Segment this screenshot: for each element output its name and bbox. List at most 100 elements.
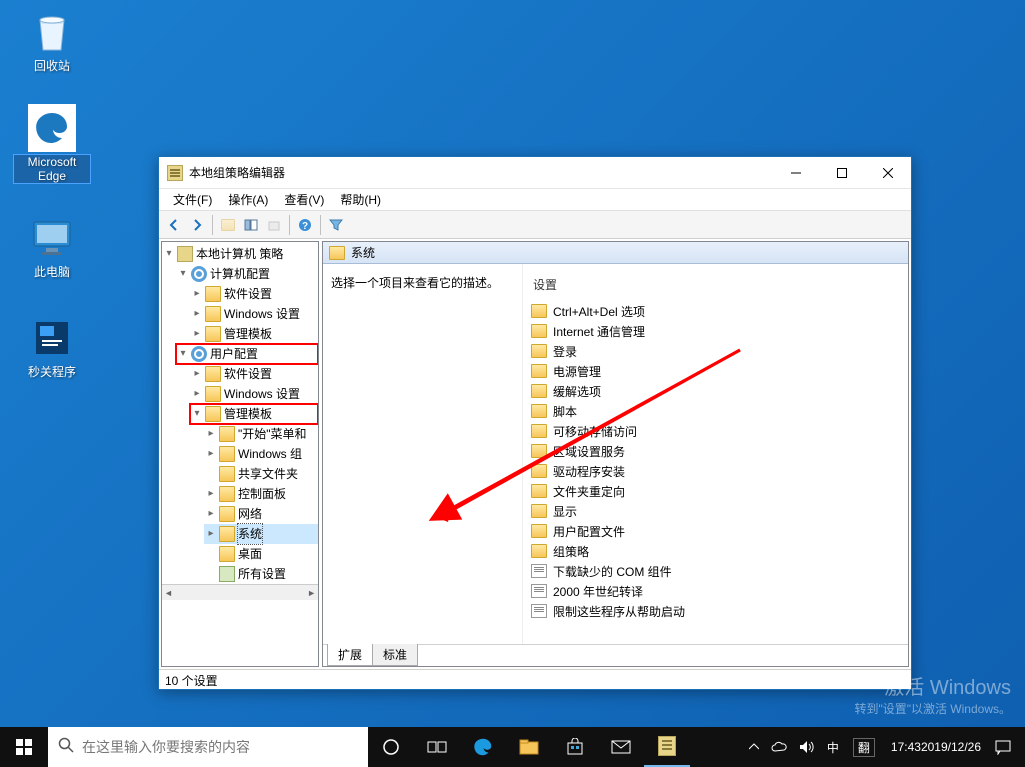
gpedit-window: 本地组策略编辑器 文件(F) 操作(A) 查看(V) 帮助(H) ? ▾ (158, 156, 912, 690)
menu-file[interactable]: 文件(F) (165, 189, 220, 210)
minimize-button[interactable] (773, 157, 819, 188)
expand-icon[interactable]: ▸ (190, 307, 204, 321)
tree-item[interactable]: ▸控制面板 (204, 484, 318, 504)
list-item[interactable]: 用户配置文件 (523, 521, 908, 541)
tray-ime2[interactable]: 翻 (845, 727, 883, 767)
tree-item-system[interactable]: ▸系统 (204, 524, 318, 544)
list-item-label: 脚本 (553, 403, 577, 420)
gear-icon (191, 346, 207, 362)
document-icon (531, 564, 547, 578)
taskbar-gpedit[interactable] (644, 727, 690, 767)
collapse-icon[interactable]: ▾ (162, 247, 176, 261)
menu-help[interactable]: 帮助(H) (332, 189, 389, 210)
titlebar[interactable]: 本地组策略编辑器 (159, 157, 911, 189)
show-hide-tree-button[interactable] (240, 214, 262, 236)
collapse-icon[interactable]: ▾ (190, 407, 204, 421)
expand-icon[interactable]: ▸ (190, 287, 204, 301)
expand-icon[interactable]: ▸ (190, 387, 204, 401)
expand-icon[interactable]: ▸ (204, 427, 218, 441)
menu-action[interactable]: 操作(A) (220, 189, 276, 210)
task-view-button[interactable] (414, 727, 460, 767)
forward-button[interactable] (186, 214, 208, 236)
taskbar-explorer[interactable] (506, 727, 552, 767)
taskbar-store[interactable] (552, 727, 598, 767)
tree-item[interactable]: ▸软件设置 (190, 364, 318, 384)
collapse-icon[interactable]: ▾ (176, 347, 190, 361)
start-button[interactable] (0, 727, 48, 767)
tray-ime[interactable]: 中 (821, 727, 845, 767)
close-button[interactable] (865, 157, 911, 188)
tray-onedrive-icon[interactable] (765, 727, 793, 767)
tab-standard[interactable]: 标准 (372, 644, 418, 666)
list-item[interactable]: Internet 通信管理 (523, 321, 908, 341)
expand-icon[interactable]: ▸ (190, 327, 204, 341)
desktop-icon-this-pc[interactable]: 此电脑 (14, 214, 90, 279)
maximize-button[interactable] (819, 157, 865, 188)
help-button[interactable]: ? (294, 214, 316, 236)
tree-computer-config[interactable]: ▾ 计算机配置 (176, 264, 318, 284)
tree-item[interactable]: ▸共享文件夹 (204, 464, 318, 484)
list-item[interactable]: 可移动存储访问 (523, 421, 908, 441)
tree-item[interactable]: ▸"开始"菜单和 (204, 424, 318, 444)
list-item[interactable]: 组策略 (523, 541, 908, 561)
search-box[interactable]: 在这里输入你要搜索的内容 (48, 727, 368, 767)
folder-icon (219, 466, 235, 482)
tree-item-all-settings[interactable]: ▸所有设置 (204, 564, 318, 584)
monitor-icon (28, 214, 76, 262)
collapse-icon[interactable]: ▾ (176, 267, 190, 281)
list-item[interactable]: Ctrl+Alt+Del 选项 (523, 301, 908, 321)
taskbar-edge[interactable] (460, 727, 506, 767)
tree-item[interactable]: ▸Windows 设置 (190, 304, 318, 324)
tree-item[interactable]: ▸Windows 组 (204, 444, 318, 464)
expand-icon[interactable]: ▸ (204, 527, 218, 541)
desktop-icon-recycle-bin[interactable]: 回收站 (14, 8, 90, 73)
tree-pane[interactable]: ▾ 本地计算机 策略 ▾ 计算机配置 ▸软件设置 ▸Windows 设置 ▸管理… (161, 241, 319, 667)
list-item[interactable]: 电源管理 (523, 361, 908, 381)
list-item-label: 可移动存储访问 (553, 423, 637, 440)
tree-user-config[interactable]: ▾ 用户配置 (176, 344, 318, 364)
expand-icon[interactable]: ▸ (190, 367, 204, 381)
list-item[interactable]: 限制这些程序从帮助启动 (523, 601, 908, 621)
list-item[interactable]: 驱动程序安装 (523, 461, 908, 481)
desktop-icon-edge[interactable]: MicrosoftEdge (14, 104, 90, 183)
folder-icon (219, 546, 235, 562)
list-item[interactable]: 登录 (523, 341, 908, 361)
taskbar-mail[interactable] (598, 727, 644, 767)
tree-root[interactable]: ▾ 本地计算机 策略 (162, 244, 318, 264)
tree-item[interactable]: ▸网络 (204, 504, 318, 524)
cortana-button[interactable] (368, 727, 414, 767)
tree-item[interactable]: ▸Windows 设置 (190, 384, 318, 404)
tab-extended[interactable]: 扩展 (327, 644, 373, 666)
tree-item[interactable]: ▸管理模板 (190, 324, 318, 344)
tray-volume-icon[interactable] (793, 727, 821, 767)
filter-button[interactable] (325, 214, 347, 236)
back-button[interactable] (163, 214, 185, 236)
tray-chevron[interactable] (743, 727, 765, 767)
expand-icon[interactable]: ▸ (204, 507, 218, 521)
list-item[interactable]: 文件夹重定向 (523, 481, 908, 501)
recycle-bin-icon (28, 8, 76, 56)
settings-list[interactable]: 设置 Ctrl+Alt+Del 选项Internet 通信管理登录电源管理缓解选… (523, 264, 908, 644)
system-tray: 中 翻 17:43 2019/12/26 (743, 727, 1025, 767)
folder-icon (531, 404, 547, 418)
menu-view[interactable]: 查看(V) (276, 189, 332, 210)
up-button[interactable] (217, 214, 239, 236)
list-item[interactable]: 2000 年世纪转译 (523, 581, 908, 601)
expand-icon[interactable]: ▸ (204, 487, 218, 501)
desktop-icon-app[interactable]: 秒关程序 (14, 314, 90, 379)
tree-item[interactable]: ▸软件设置 (190, 284, 318, 304)
tray-clock[interactable]: 17:43 2019/12/26 (883, 727, 989, 767)
list-item[interactable]: 缓解选项 (523, 381, 908, 401)
tree-admin-templates[interactable]: ▾管理模板 (190, 404, 318, 424)
list-item[interactable]: 脚本 (523, 401, 908, 421)
tree-item[interactable]: ▸桌面 (204, 544, 318, 564)
tree-hscrollbar[interactable]: ◄► (162, 584, 318, 600)
export-button[interactable] (263, 214, 285, 236)
list-item[interactable]: 下载缺少的 COM 组件 (523, 561, 908, 581)
list-item-label: 下载缺少的 COM 组件 (553, 563, 672, 580)
list-item[interactable]: 显示 (523, 501, 908, 521)
expand-icon[interactable]: ▸ (204, 447, 218, 461)
tray-action-center[interactable] (989, 727, 1017, 767)
folder-icon (531, 444, 547, 458)
list-item[interactable]: 区域设置服务 (523, 441, 908, 461)
